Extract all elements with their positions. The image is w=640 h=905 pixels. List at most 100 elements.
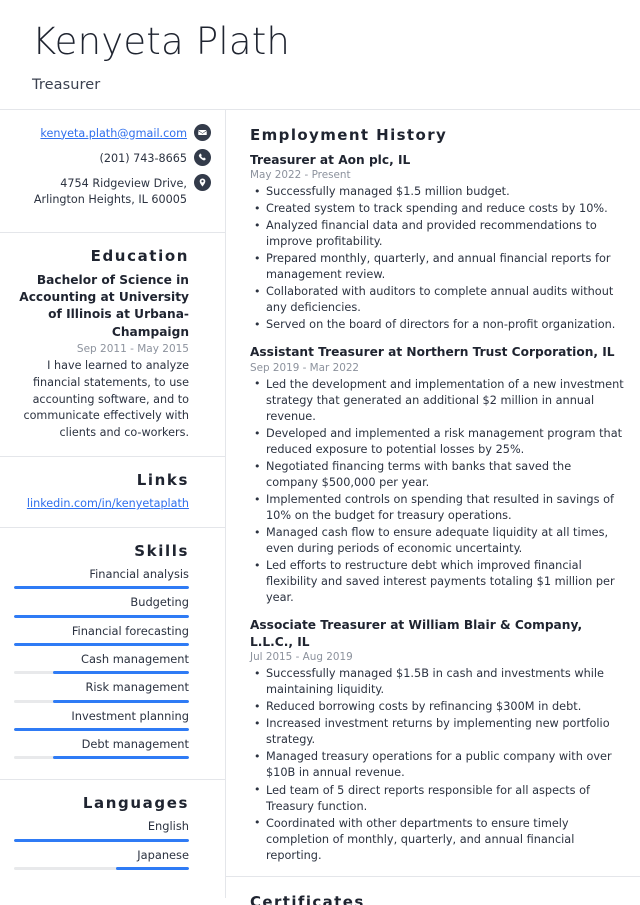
language-bar-fill bbox=[115, 867, 189, 871]
education-description: I have learned to analyze financial stat… bbox=[23, 358, 189, 440]
job-bullet: Managed treasury operations for a public… bbox=[250, 749, 624, 781]
skill-label: Investment planning bbox=[71, 708, 189, 723]
job-bullet: Led the development and implementation o… bbox=[250, 376, 624, 425]
skill-label: Budgeting bbox=[130, 595, 189, 610]
job-bullet: Analyzed financial data and provided rec… bbox=[250, 218, 624, 250]
job-bullets: Led the development and implementation o… bbox=[250, 376, 624, 606]
links-section-title: Links bbox=[136, 470, 189, 489]
job-bullet: Served on the board of directors for a n… bbox=[250, 317, 624, 333]
skill-label: Financial forecasting bbox=[71, 623, 189, 638]
languages-section-title: Languages bbox=[82, 794, 189, 813]
skill-item: Investment planning bbox=[14, 708, 189, 732]
phone-icon bbox=[194, 148, 211, 166]
job-bullet: Developed and implemented a risk managem… bbox=[250, 425, 624, 458]
employment-section-title: Employment History bbox=[250, 125, 448, 144]
sidebar: kenyeta.plath@gmail.com (201) 743-8665 4… bbox=[0, 109, 226, 898]
language-label: English bbox=[147, 819, 189, 834]
skill-bar-fill bbox=[14, 586, 189, 590]
resume-header: Kenyeta Plath Treasurer bbox=[0, 0, 640, 109]
skill-label: Debt management bbox=[81, 737, 189, 752]
skill-bar-fill bbox=[52, 756, 189, 760]
email-text[interactable]: kenyeta.plath@gmail.com bbox=[40, 124, 187, 142]
resume-page: Kenyeta Plath Treasurer kenyeta.plath@gm… bbox=[0, 0, 640, 905]
skill-item: Risk management bbox=[14, 680, 189, 703]
skills-section-title: Skills bbox=[134, 541, 189, 560]
skill-bar-track bbox=[14, 756, 189, 760]
skill-label: Cash management bbox=[80, 651, 189, 666]
job-title: Assistant Treasurer at Northern Trust Co… bbox=[250, 345, 615, 360]
skill-item: Debt management bbox=[14, 737, 189, 760]
languages-list: English Japanese bbox=[14, 819, 189, 871]
language-item: Japanese bbox=[14, 847, 189, 871]
skill-bar-track bbox=[14, 642, 189, 646]
candidate-name: Kenyeta Plath bbox=[32, 20, 291, 63]
job-bullet: Successfully managed $1.5 million budget… bbox=[250, 184, 624, 200]
links-block: Links linkedin.com/in/kenyetaplath bbox=[0, 457, 225, 528]
location-pin-icon bbox=[194, 174, 211, 192]
skills-block: Skills Financial analysis Budgeting Fina… bbox=[0, 528, 225, 781]
education-block: Education Bachelor of Science in Account… bbox=[0, 233, 225, 457]
job-bullets: Successfully managed $1.5B in cash and i… bbox=[250, 666, 624, 863]
employment-block: Employment History Treasurer at Aon plc,… bbox=[226, 110, 640, 877]
certificates-block: Certificates Certified Treasury Professi… bbox=[226, 877, 640, 905]
education-degree: Bachelor of Science in Accounting at Uni… bbox=[19, 272, 189, 339]
skills-list: Financial analysis Budgeting Financial f… bbox=[14, 567, 189, 760]
education-section-title: Education bbox=[90, 246, 189, 265]
language-bar-track bbox=[14, 867, 189, 871]
address-text: 4754 Ridgeview Drive, Arlington Heights,… bbox=[33, 177, 187, 207]
skill-bar-track bbox=[14, 586, 189, 590]
job-date: Jul 2015 - Aug 2019 bbox=[250, 651, 353, 664]
resume-body: kenyeta.plath@gmail.com (201) 743-8665 4… bbox=[0, 109, 640, 905]
job-bullet: Implemented controls on spending that re… bbox=[250, 492, 624, 524]
language-bar-fill bbox=[14, 838, 189, 842]
job-bullet: Coordinated with other departments to en… bbox=[250, 815, 624, 864]
skill-bar-fill bbox=[52, 671, 189, 675]
job-bullet: Successfully managed $1.5B in cash and i… bbox=[250, 666, 624, 698]
job-bullet: Led efforts to restructure debt which im… bbox=[250, 558, 624, 606]
candidate-job-title: Treasurer bbox=[32, 76, 101, 93]
phone-text: (201) 743-8665 bbox=[99, 151, 187, 165]
skill-bar-fill bbox=[14, 614, 189, 618]
skill-item: Financial analysis bbox=[14, 566, 189, 590]
job-title: Treasurer at Aon plc, IL bbox=[250, 152, 411, 167]
languages-block: Languages English Japanese bbox=[0, 780, 225, 890]
certificates-section-title: Certificates bbox=[250, 892, 365, 905]
skill-label: Risk management bbox=[85, 680, 189, 695]
job-bullet: Prepared monthly, quarterly, and annual … bbox=[250, 251, 624, 283]
skill-bar-track bbox=[14, 699, 189, 703]
skill-item: Cash management bbox=[14, 651, 189, 675]
job-entry: Assistant Treasurer at Northern Trust Co… bbox=[250, 344, 624, 606]
link-item-linkedin[interactable]: linkedin.com/in/kenyetaplath bbox=[14, 496, 189, 513]
job-bullet: Created system to track spending and red… bbox=[250, 201, 624, 217]
contact-item-email[interactable]: kenyeta.plath@gmail.com bbox=[14, 123, 211, 142]
language-item: English bbox=[14, 819, 189, 842]
contact-block: kenyeta.plath@gmail.com (201) 743-8665 4… bbox=[0, 110, 225, 233]
job-title: Associate Treasurer at William Blair & C… bbox=[250, 618, 583, 649]
job-bullet: Collaborated with auditors to complete a… bbox=[250, 284, 624, 316]
job-bullets: Successfully managed $1.5 million budget… bbox=[250, 184, 624, 333]
skill-label: Financial analysis bbox=[89, 566, 189, 581]
skill-bar-fill bbox=[14, 728, 189, 732]
job-date: May 2022 - Present bbox=[250, 169, 351, 182]
job-entry: Treasurer at Aon plc, IL May 2022 - Pres… bbox=[250, 152, 624, 334]
job-bullet: Negotiated financing terms with banks th… bbox=[250, 459, 624, 491]
skill-bar-track bbox=[14, 614, 189, 618]
job-entry: Associate Treasurer at William Blair & C… bbox=[250, 617, 624, 863]
job-bullet: Managed cash flow to ensure adequate liq… bbox=[250, 525, 624, 557]
education-date: Sep 2011 - May 2015 bbox=[76, 342, 189, 355]
language-bar-track bbox=[14, 838, 189, 842]
envelope-icon bbox=[194, 123, 211, 141]
skill-item: Financial forecasting bbox=[14, 624, 189, 646]
contact-item-phone: (201) 743-8665 bbox=[14, 148, 211, 167]
job-bullet: Reduced borrowing costs by refinancing $… bbox=[250, 699, 624, 715]
skill-item: Budgeting bbox=[14, 595, 189, 618]
skill-bar-track bbox=[14, 671, 189, 675]
job-bullet: Increased investment returns by implemen… bbox=[250, 716, 624, 748]
language-label: Japanese bbox=[137, 847, 189, 862]
skill-bar-fill bbox=[14, 642, 189, 646]
main-content: Employment History Treasurer at Aon plc,… bbox=[226, 110, 640, 905]
skill-bar-fill bbox=[52, 699, 189, 703]
job-bullet: Led team of 5 direct reports responsible… bbox=[250, 782, 624, 815]
contact-item-address: 4754 Ridgeview Drive, Arlington Heights,… bbox=[14, 174, 211, 208]
job-date: Sep 2019 - Mar 2022 bbox=[250, 361, 360, 374]
